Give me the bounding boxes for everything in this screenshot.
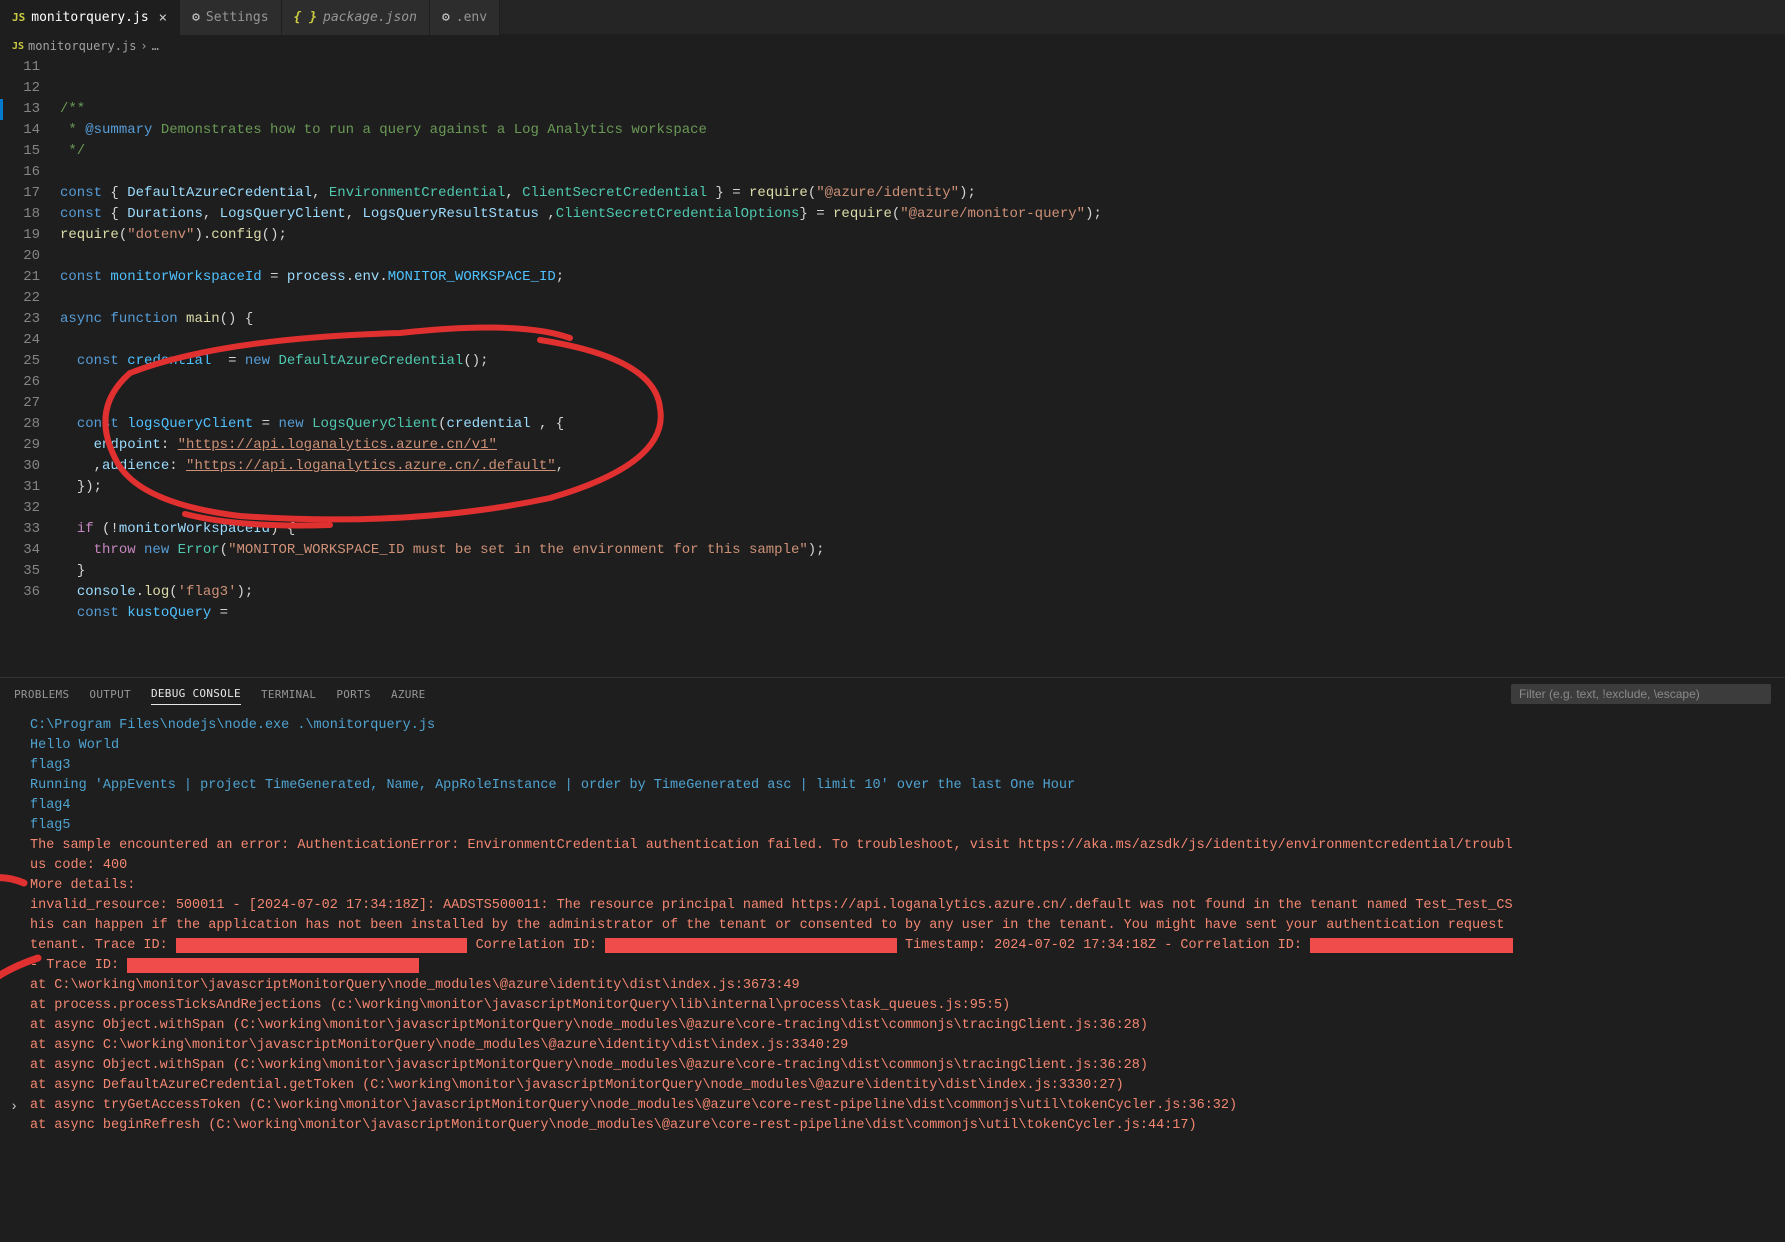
console-error-line: More details: <box>30 876 1763 896</box>
console-stack-line: at async tryGetAccessToken (C:\working\m… <box>30 1096 1763 1116</box>
close-icon[interactable]: × <box>159 10 167 26</box>
tab-settings[interactable]: ⚙ Settings <box>180 0 281 35</box>
tab-monitorquery[interactable]: JS monitorquery.js × <box>0 0 180 35</box>
console-stack-line: at async C:\working\monitor\javascriptMo… <box>30 1036 1763 1056</box>
console-stack-line: at async beginRefresh (C:\working\monito… <box>30 1116 1763 1136</box>
panel-tab-debugconsole[interactable]: DEBUG CONSOLE <box>151 687 241 705</box>
console-error-line: - Trace ID: 90ee7b0d-0cc7-4042-a1ab-e7e4… <box>30 956 1763 976</box>
active-line-indicator <box>0 99 3 120</box>
console-error-line: us code: 400 <box>30 856 1763 876</box>
annotation-arrow <box>0 865 34 905</box>
console-error-line: his can happen if the application has no… <box>30 916 1763 936</box>
breadcrumb[interactable]: JS monitorquery.js › … <box>0 35 1785 57</box>
panel-tab-ports[interactable]: PORTS <box>336 688 371 701</box>
panel-tab-output[interactable]: OUTPUT <box>89 688 131 701</box>
console-line: Hello World <box>30 736 1763 756</box>
chevron-right-icon: › <box>140 39 147 53</box>
panel-tab-azure[interactable]: AZURE <box>391 688 426 701</box>
console-stack-line: at async DefaultAzureCredential.getToken… <box>30 1076 1763 1096</box>
annotation-circle <box>50 307 690 557</box>
console-stack-line: at C:\working\monitor\javascriptMonitorQ… <box>30 976 1763 996</box>
console-line: C:\Program Files\nodejs\node.exe .\monit… <box>30 716 1763 736</box>
panel-tab-terminal[interactable]: TERMINAL <box>261 688 316 701</box>
bottom-panel: PROBLEMS OUTPUT DEBUG CONSOLE TERMINAL P… <box>0 677 1785 1142</box>
filter-input[interactable] <box>1511 684 1771 704</box>
line-number-gutter: 11 12 13 14 15 16 17 18 19 20 21 22 23 2… <box>0 57 60 677</box>
console-line: flag3 <box>30 756 1763 776</box>
js-icon: JS <box>12 11 25 24</box>
tab-label: Settings <box>206 10 269 25</box>
panel-tab-bar: PROBLEMS OUTPUT DEBUG CONSOLE TERMINAL P… <box>0 678 1785 710</box>
json-icon: { } <box>294 10 317 25</box>
debug-console-output[interactable]: C:\Program Files\nodejs\node.exe .\monit… <box>0 710 1785 1142</box>
console-error-line: invalid_resource: 500011 - [2024-07-02 1… <box>30 896 1763 916</box>
tab-env[interactable]: ⚙ .env <box>430 0 500 35</box>
panel-filter <box>1511 684 1771 704</box>
console-line: flag4 <box>30 796 1763 816</box>
tab-label: monitorquery.js <box>31 10 148 25</box>
gear-icon: ⚙ <box>442 10 450 25</box>
editor-tab-bar: JS monitorquery.js × ⚙ Settings { } pack… <box>0 0 1785 35</box>
breadcrumb-more: … <box>152 39 159 53</box>
console-error-line: tenant. Trace ID: 90ee7b0d-0cc7-4042-a1a… <box>30 936 1763 956</box>
console-stack-line: at process.processTicksAndRejections (c:… <box>30 996 1763 1016</box>
console-line: Running 'AppEvents | project TimeGenerat… <box>30 776 1763 796</box>
tab-label: package.json <box>323 10 417 25</box>
tab-packagejson[interactable]: { } package.json <box>282 0 430 35</box>
tab-label: .env <box>456 10 487 25</box>
js-icon: JS <box>12 41 24 52</box>
code-content[interactable]: /** * @summary Demonstrates how to run a… <box>60 57 1785 677</box>
chevron-right-icon[interactable]: › <box>10 1098 18 1118</box>
code-editor[interactable]: 11 12 13 14 15 16 17 18 19 20 21 22 23 2… <box>0 57 1785 677</box>
panel-tab-problems[interactable]: PROBLEMS <box>14 688 69 701</box>
console-stack-line: at async Object.withSpan (C:\working\mon… <box>30 1056 1763 1076</box>
console-stack-line: at async Object.withSpan (C:\working\mon… <box>30 1016 1763 1036</box>
console-error-line: The sample encountered an error: Authent… <box>30 836 1763 856</box>
console-line: flag5 <box>30 816 1763 836</box>
gear-icon: ⚙ <box>192 10 200 25</box>
breadcrumb-file: monitorquery.js <box>28 39 136 53</box>
